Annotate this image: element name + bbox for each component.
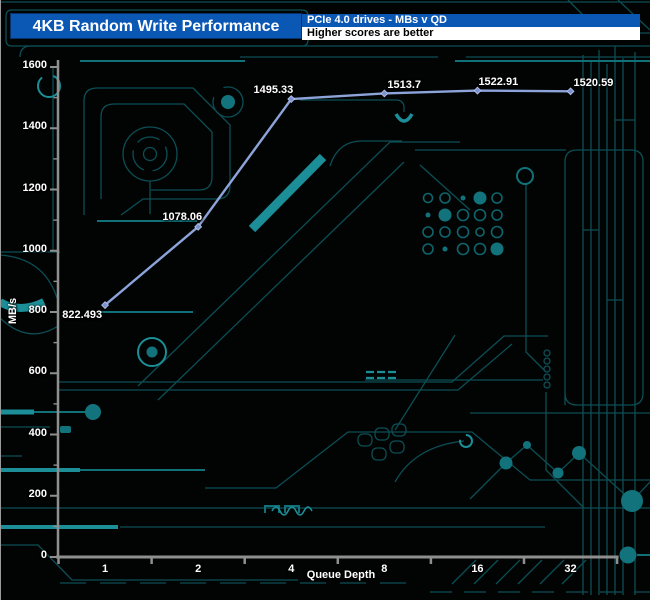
chart-image: MB/s Queue Depth 0 200 400 600 800 1000 1200 14… xyxy=(0,0,650,600)
image-border xyxy=(0,0,1,600)
data-point-marker xyxy=(380,89,389,98)
data-point-marker xyxy=(566,87,575,96)
chart-title: 4KB Random Write Performance xyxy=(10,13,302,39)
data-point-marker xyxy=(473,86,482,95)
chart-note: Higher scores are better xyxy=(302,27,640,40)
series-line xyxy=(104,89,571,307)
chart-subtitle: PCIe 4.0 drives - MBs v QD xyxy=(302,14,640,27)
chart-plot xyxy=(50,60,619,564)
